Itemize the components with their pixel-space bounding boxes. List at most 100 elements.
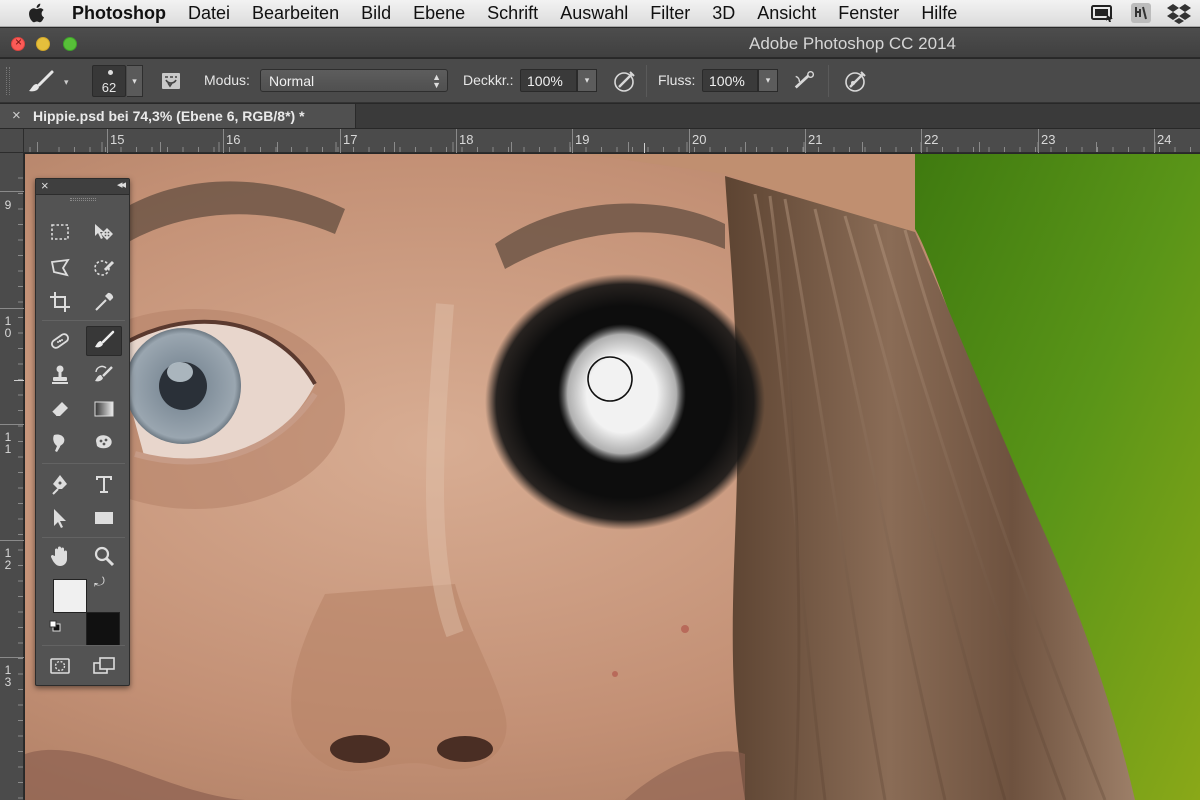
- foreground-color-swatch[interactable]: [53, 579, 87, 613]
- ruler-label: 19: [575, 132, 590, 147]
- path-selection-tool[interactable]: [42, 503, 78, 533]
- eraser-tool[interactable]: [42, 394, 78, 424]
- blur-tool[interactable]: [42, 428, 78, 458]
- ruler-major-tick: [0, 424, 24, 425]
- default-colors-icon[interactable]: [49, 619, 61, 632]
- tool-preset-picker[interactable]: ▾: [26, 68, 78, 96]
- window-zoom-button[interactable]: [63, 37, 77, 51]
- swap-colors-icon[interactable]: ⤾: [94, 574, 105, 590]
- collapse-panel-icon[interactable]: ◂◂: [117, 178, 126, 191]
- ruler-label: 13: [4, 663, 12, 689]
- close-document-icon[interactable]: ×: [12, 107, 21, 124]
- crop-icon: [50, 292, 70, 312]
- background-color-swatch[interactable]: [86, 612, 120, 646]
- quick-selection-icon: [94, 260, 115, 276]
- crop-tool[interactable]: [42, 287, 78, 317]
- horizontal-ruler[interactable]: 15 16 17 18 19 20 21 22 23 24: [24, 129, 1200, 153]
- menu-app-photoshop[interactable]: Photoshop: [58, 3, 177, 24]
- apple-menu-icon[interactable]: [14, 3, 58, 23]
- type-tool[interactable]: [86, 469, 122, 499]
- close-panel-icon[interactable]: ×: [41, 178, 49, 193]
- window-close-button[interactable]: [11, 35, 25, 51]
- document-tab[interactable]: × Hippie.psd bei 74,3% (Ebene 6, RGB/8*)…: [0, 104, 356, 128]
- photo-hippie-face: [25, 154, 1200, 800]
- ruler-major-tick: [805, 129, 806, 153]
- document-canvas[interactable]: [25, 154, 1200, 800]
- dropbox-icon[interactable]: [1166, 2, 1192, 24]
- ruler-major-tick: [0, 540, 24, 541]
- ruler-label: 18: [459, 132, 474, 147]
- ruler-major-tick: [689, 129, 690, 153]
- window-minimize-button[interactable]: [36, 37, 50, 51]
- airbrush-icon[interactable]: [792, 68, 818, 94]
- menu-hilfe[interactable]: Hilfe: [910, 3, 968, 24]
- clone-stamp-tool[interactable]: [42, 360, 78, 390]
- hand-tool[interactable]: [42, 541, 78, 571]
- opacity-label: Deckkr.:: [463, 72, 514, 88]
- quick-mask-icon: [50, 658, 70, 674]
- screen-mode-button[interactable]: [86, 651, 122, 681]
- window-title: Adobe Photoshop CC 2014: [749, 34, 956, 53]
- eyedropper-icon: [95, 292, 114, 311]
- opacity-slider-button[interactable]: ▾: [577, 69, 597, 92]
- gradient-tool[interactable]: [86, 394, 122, 424]
- eyedropper-tool[interactable]: [86, 287, 122, 317]
- menu-fenster[interactable]: Fenster: [827, 3, 910, 24]
- ruler-major-tick: [572, 129, 573, 153]
- document-tab-title: Hippie.psd bei 74,3% (Ebene 6, RGB/8*) *: [33, 108, 305, 124]
- blend-mode-select[interactable]: Normal ▲ ▼: [260, 69, 448, 92]
- screen-mode-icon: [93, 657, 115, 674]
- brush-tool[interactable]: [86, 326, 122, 356]
- pressure-size-icon[interactable]: [843, 68, 869, 94]
- flow-field[interactable]: 100%: [702, 69, 758, 92]
- menu-bild[interactable]: Bild: [350, 3, 402, 24]
- history-brush-tool[interactable]: [86, 360, 122, 390]
- ruler-major-tick: [456, 129, 457, 153]
- flow-slider-button[interactable]: ▾: [758, 69, 778, 92]
- options-bar-grip[interactable]: [6, 67, 10, 95]
- display-icon[interactable]: [1090, 2, 1116, 24]
- polygonal-lasso-icon: [50, 258, 70, 277]
- chevron-down-icon: ▾: [64, 76, 69, 87]
- quick-mask-button[interactable]: [42, 651, 78, 681]
- lasso-tool[interactable]: [42, 253, 78, 283]
- menu-ebene[interactable]: Ebene: [402, 3, 476, 24]
- quick-selection-tool[interactable]: [86, 253, 122, 283]
- ruler-cursor-marker: [644, 143, 645, 153]
- tools-separator: [42, 645, 125, 646]
- menu-ansicht[interactable]: Ansicht: [746, 3, 827, 24]
- tools-panel-header[interactable]: × ◂◂: [36, 178, 129, 195]
- marquee-tool[interactable]: [42, 217, 78, 247]
- opacity-field[interactable]: 100%: [520, 69, 577, 92]
- hand-icon: [50, 546, 67, 566]
- ruler-label: 15: [110, 132, 125, 147]
- ruler-label: 22: [924, 132, 939, 147]
- ruler-origin-corner[interactable]: [0, 129, 24, 153]
- pressure-opacity-icon[interactable]: [612, 68, 638, 94]
- menu-3d[interactable]: 3D: [701, 3, 746, 24]
- arrow-pointer-icon: [54, 509, 66, 528]
- healing-brush-tool[interactable]: [42, 326, 78, 356]
- menu-bearbeiten[interactable]: Bearbeiten: [241, 3, 350, 24]
- brush-size-picker[interactable]: 62: [92, 65, 126, 97]
- options-separator: [828, 65, 829, 97]
- rectangle-tool[interactable]: [86, 503, 122, 533]
- menu-auswahl[interactable]: Auswahl: [549, 3, 639, 24]
- rectangle-shape-icon: [95, 512, 113, 524]
- mode-label: Modus:: [204, 72, 250, 88]
- brush-size-dropdown-button[interactable]: ▾: [127, 65, 143, 97]
- vertical-ruler[interactable]: 9 10 11 12 13: [0, 153, 24, 800]
- menu-schrift[interactable]: Schrift: [476, 3, 549, 24]
- menu-filter[interactable]: Filter: [639, 3, 701, 24]
- dodge-tool[interactable]: [86, 428, 122, 458]
- zoom-tool[interactable]: [86, 541, 122, 571]
- ruler-label: 24: [1157, 132, 1172, 147]
- pen-tool[interactable]: [42, 469, 78, 499]
- move-tool[interactable]: [86, 217, 122, 247]
- panel-grip[interactable]: [36, 195, 129, 203]
- tools-panel: × ◂◂ ⤾: [35, 178, 130, 686]
- brush-panel-toggle-icon[interactable]: [158, 68, 184, 94]
- adobe-activity-icon[interactable]: [1128, 2, 1154, 24]
- menu-datei[interactable]: Datei: [177, 3, 241, 24]
- tools-separator: [42, 463, 125, 464]
